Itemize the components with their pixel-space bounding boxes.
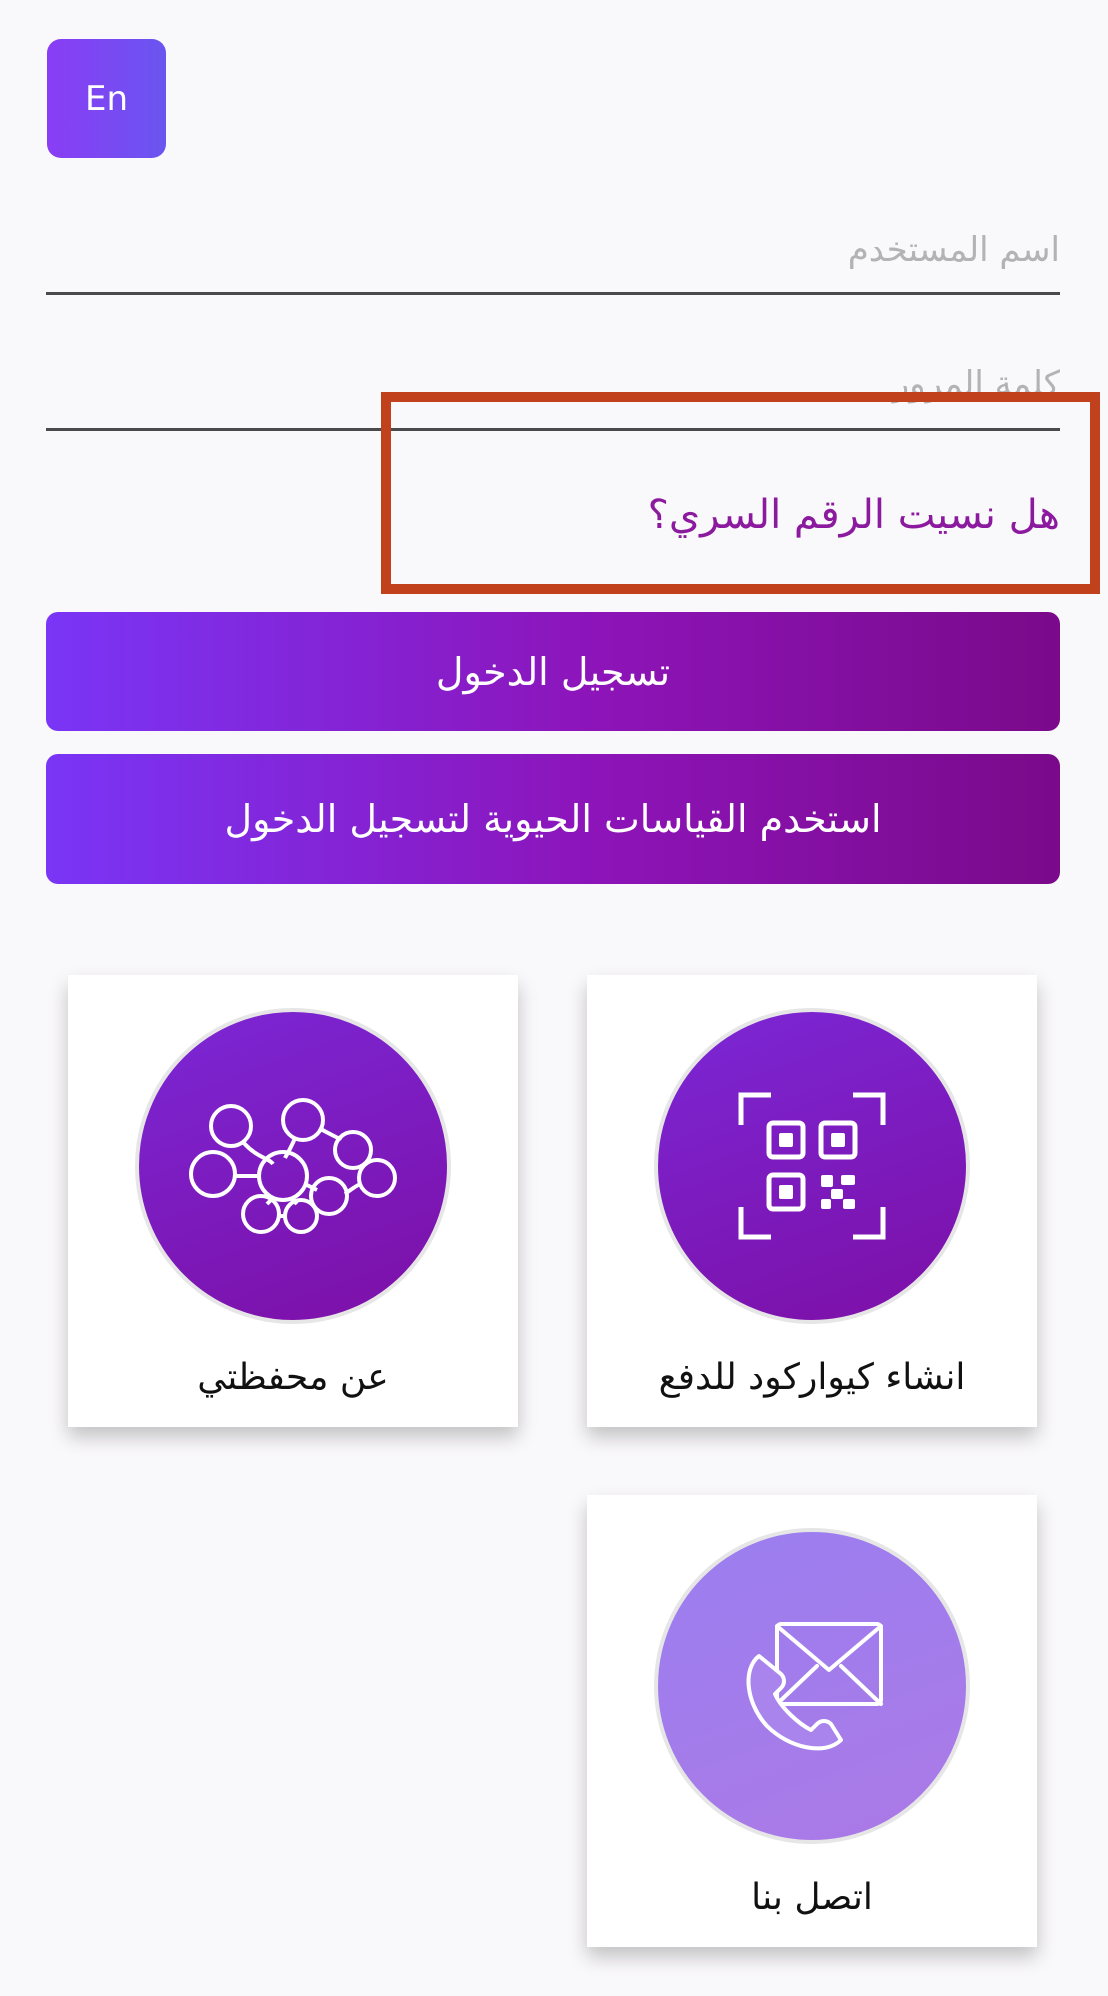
mail-phone-icon (746, 1622, 883, 1751)
username-field[interactable] (46, 220, 1060, 295)
biometric-login-button[interactable]: استخدم القياسات الحيوية لتسجيل الدخول (46, 754, 1060, 884)
about-wallet-label: عن محفظتي (197, 1357, 389, 1398)
create-qr-icon-circle (654, 1008, 970, 1324)
about-wallet-icon-circle (135, 1008, 451, 1324)
network-nodes-icon (189, 1098, 397, 1234)
create-qr-label: انشاء كيواركود للدفع (658, 1357, 966, 1398)
password-field[interactable] (46, 358, 1060, 431)
forgot-password-link[interactable]: هل نسيت الرقم السري؟ (648, 492, 1060, 538)
create-qr-card[interactable]: انشاء كيواركود للدفع (587, 975, 1037, 1427)
contact-us-icon-circle (654, 1528, 970, 1844)
username-input[interactable] (46, 220, 1060, 280)
contact-us-label: اتصل بنا (751, 1877, 873, 1918)
qr-code-icon (738, 1092, 886, 1240)
login-button[interactable]: تسجيل الدخول (46, 612, 1060, 731)
password-input[interactable] (46, 358, 1060, 410)
language-toggle-button[interactable]: En (47, 39, 166, 158)
about-wallet-card[interactable]: عن محفظتي (68, 975, 518, 1427)
contact-us-card[interactable]: اتصل بنا (587, 1495, 1037, 1947)
